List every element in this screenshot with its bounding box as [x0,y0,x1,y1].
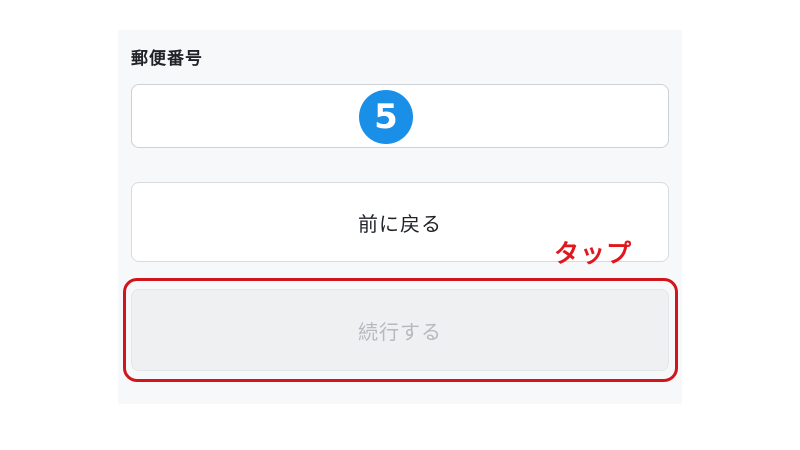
continue-button[interactable]: 続行する [131,289,669,371]
step-number-badge: 5 [359,90,413,144]
postal-code-label: 郵便番号 [131,49,203,69]
tap-annotation-label: タップ [554,239,633,268]
